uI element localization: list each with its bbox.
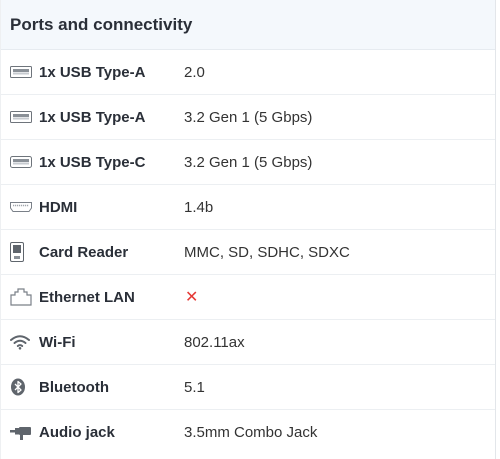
- bluetooth-icon: [10, 365, 34, 409]
- section-title: Ports and connectivity: [10, 14, 193, 34]
- spec-row-audio-jack: Audio jack 3.5mm Combo Jack: [1, 410, 495, 455]
- sd-card-icon: [10, 230, 34, 274]
- spec-label: 1x USB Type-C: [39, 153, 146, 171]
- spec-label: Card Reader: [39, 243, 129, 261]
- spec-value: 3.2 Gen 1 (5 Gbps): [184, 108, 313, 126]
- spec-row-usb-a-1: 1x USB Type-A 2.0: [1, 50, 495, 95]
- usb-a-port-icon: [10, 95, 34, 139]
- spec-value: MMC, SD, SDHC, SDXC: [184, 243, 350, 261]
- spec-label: 1x USB Type-A: [39, 108, 146, 126]
- spec-row-bluetooth: Bluetooth 5.1: [1, 365, 495, 410]
- spec-row-usb-a-2: 1x USB Type-A 3.2 Gen 1 (5 Gbps): [1, 95, 495, 140]
- spec-value: 2.0: [184, 63, 205, 81]
- not-available-icon: ✕: [185, 289, 199, 306]
- spec-row-usb-c: 1x USB Type-C 3.2 Gen 1 (5 Gbps): [1, 140, 495, 185]
- spec-row-card-reader: Card Reader MMC, SD, SDHC, SDXC: [1, 230, 495, 275]
- spec-value: 802.11ax: [184, 333, 245, 351]
- spec-value: 5.1: [184, 378, 205, 396]
- spec-label: HDMI: [39, 198, 78, 216]
- spec-label: Bluetooth: [39, 378, 109, 396]
- spec-label: Wi-Fi: [39, 333, 76, 351]
- hdmi-port-icon: [10, 185, 34, 229]
- section-header: Ports and connectivity: [1, 0, 495, 50]
- audio-jack-icon: [10, 410, 34, 455]
- usb-c-port-icon: [10, 140, 34, 184]
- spec-value: 1.4b: [184, 198, 214, 216]
- spec-label: 1x USB Type-A: [39, 63, 146, 81]
- spec-row-hdmi: HDMI 1.4b: [1, 185, 495, 230]
- ports-connectivity-panel: Ports and connectivity 1x USB Type-A 2.0…: [0, 0, 496, 459]
- wifi-icon: [10, 320, 34, 364]
- spec-row-wifi: Wi-Fi 802.11ax: [1, 320, 495, 365]
- spec-row-ethernet: Ethernet LAN ✕: [1, 275, 495, 320]
- spec-label: Ethernet LAN: [39, 288, 135, 306]
- spec-value: 3.5mm Combo Jack: [184, 424, 318, 441]
- ethernet-port-icon: [10, 275, 34, 319]
- spec-label: Audio jack: [39, 424, 115, 441]
- usb-a-port-icon: [10, 50, 34, 94]
- spec-value: 3.2 Gen 1 (5 Gbps): [184, 153, 313, 171]
